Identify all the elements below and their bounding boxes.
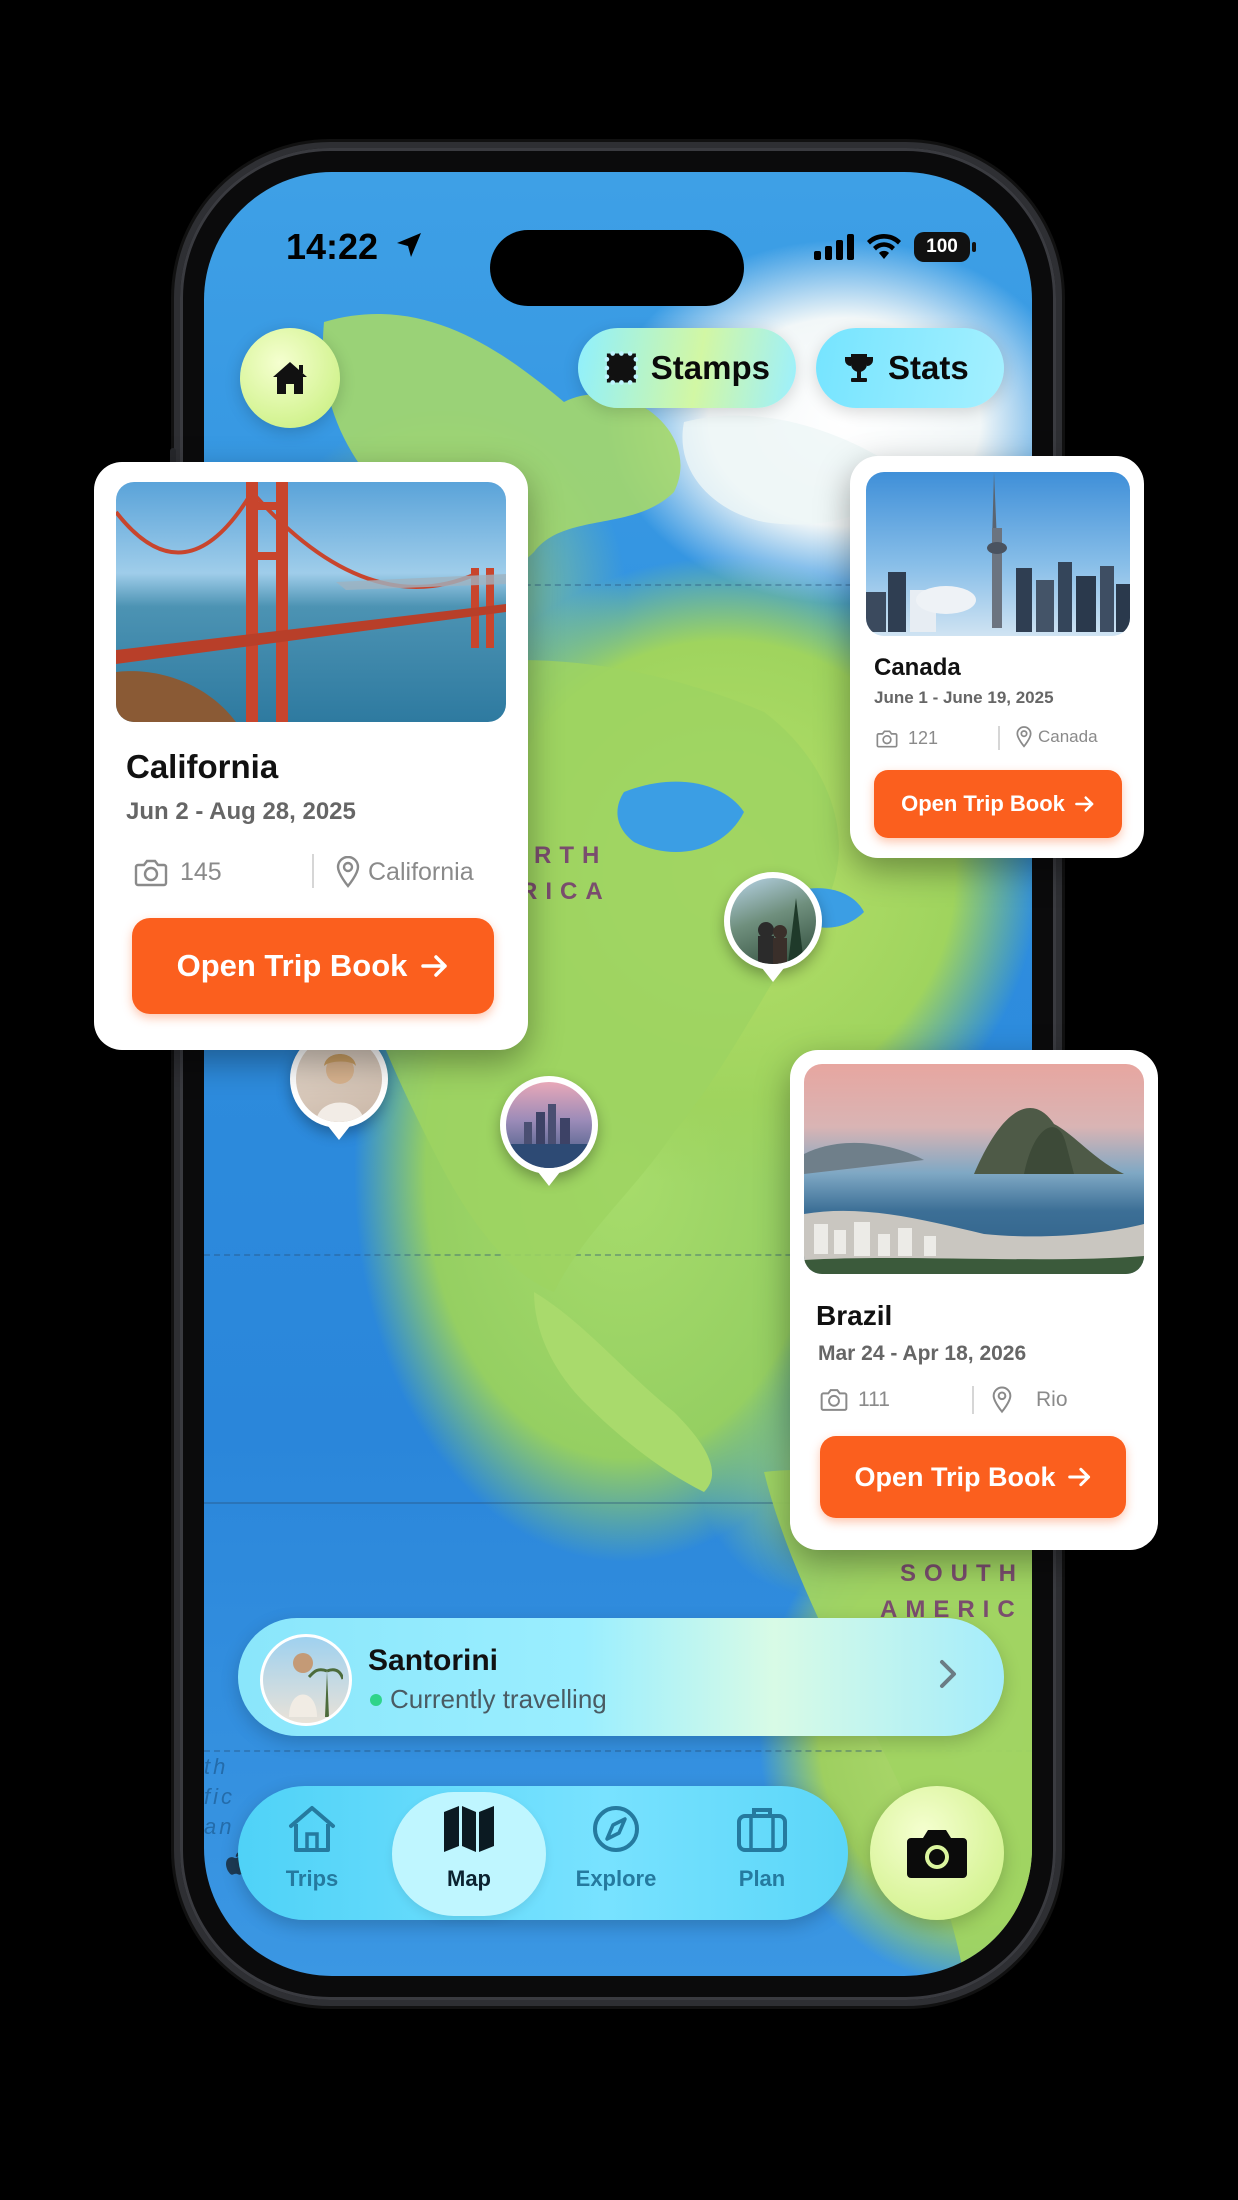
current-trip-avatar xyxy=(260,1634,352,1726)
camera-icon xyxy=(876,729,898,748)
map-pin-texas[interactable] xyxy=(500,1076,598,1174)
meta-divider xyxy=(312,854,314,888)
home-icon xyxy=(289,1806,335,1852)
trip-location: California xyxy=(336,856,474,888)
status-icons: 100 xyxy=(814,232,976,262)
photo-count: 145 xyxy=(134,858,222,887)
trip-photo-brazil xyxy=(804,1064,1144,1274)
current-trip-title: Santorini xyxy=(368,1644,499,1677)
active-status-dot xyxy=(370,1694,382,1706)
trip-title: Canada xyxy=(874,654,961,681)
tab-plan-label: Plan xyxy=(738,1866,786,1891)
open-trip-book-label: Open Trip Book xyxy=(901,791,1065,816)
briefcase-icon xyxy=(737,1808,787,1852)
trip-card-california[interactable]: California Jun 2 - Aug 28, 2025 145 Cali… xyxy=(94,462,528,1050)
rio-bay-photo xyxy=(804,1108,1144,1274)
location-pin-icon xyxy=(992,1386,1012,1414)
trip-title: Brazil xyxy=(816,1300,893,1331)
photo-count: 111 xyxy=(820,1388,890,1412)
camera-icon xyxy=(907,1830,967,1878)
trip-location: Canada xyxy=(1016,726,1098,748)
map-icon xyxy=(444,1806,494,1852)
current-trip-status: Currently travelling xyxy=(390,1684,607,1714)
trip-card-brazil[interactable]: Brazil Mar 24 - Apr 18, 2026 111 Rio Ope… xyxy=(790,1050,1158,1550)
location-pin-icon xyxy=(336,856,360,888)
pin-photo xyxy=(758,898,804,964)
open-trip-book-button[interactable]: Open Trip Book xyxy=(820,1436,1126,1518)
wifi-icon xyxy=(867,233,901,259)
trip-card-canada[interactable]: Canada June 1 - June 19, 2025 121 Canada… xyxy=(850,456,1144,858)
open-trip-book-label: Open Trip Book xyxy=(854,1461,1056,1492)
ocean-label: an xyxy=(204,1814,235,1839)
map-label-north-america: RICA xyxy=(520,878,611,905)
photo-count: 121 xyxy=(876,728,938,749)
trip-location: Rio xyxy=(992,1386,1068,1414)
home-icon xyxy=(273,362,307,394)
pin-tail xyxy=(328,1126,350,1140)
toronto-skyline-photo xyxy=(866,472,1130,632)
trophy-icon xyxy=(845,354,873,382)
stats-button[interactable]: Stats xyxy=(816,328,1004,408)
trip-location-value: Rio xyxy=(1036,1388,1068,1411)
photo-count-value: 145 xyxy=(180,858,222,886)
location-pin-icon xyxy=(1016,726,1032,748)
trip-dates: Jun 2 - Aug 28, 2025 xyxy=(126,798,356,825)
map-label-north-america: RTH xyxy=(534,842,608,869)
stamps-label: Stamps xyxy=(650,349,770,386)
battery-indicator: 100 xyxy=(914,232,976,262)
tab-trips-label: Trips xyxy=(285,1866,339,1891)
tab-trips[interactable]: Trips xyxy=(252,1804,372,1892)
cellular-signal-icon xyxy=(814,234,854,260)
open-trip-book-label: Open Trip Book xyxy=(176,948,408,983)
trip-photo-canada xyxy=(866,472,1130,636)
stamps-button[interactable]: Stamps xyxy=(578,328,796,408)
trip-dates: June 1 - June 19, 2025 xyxy=(874,688,1054,707)
arrow-right-icon xyxy=(1075,796,1094,812)
golden-gate-photo xyxy=(116,482,506,722)
photo-count-value: 111 xyxy=(858,1388,890,1411)
camera-icon xyxy=(820,1389,848,1411)
trip-dates: Mar 24 - Apr 18, 2026 xyxy=(818,1342,1027,1365)
location-arrow-icon xyxy=(397,233,421,257)
ocean-label: th xyxy=(204,1754,229,1779)
tab-map[interactable]: Map xyxy=(409,1804,529,1892)
photo-count-value: 121 xyxy=(908,728,939,748)
trip-title: California xyxy=(126,748,279,785)
avatar-photo xyxy=(289,1653,345,1717)
current-trip-banner[interactable]: Santorini Currently travelling xyxy=(238,1618,1004,1736)
stats-label: Stats xyxy=(888,349,969,386)
arrow-right-icon xyxy=(421,955,448,977)
map-pin-canada[interactable] xyxy=(724,872,822,970)
map-label-south-america: SOUTH xyxy=(900,1560,1024,1587)
pin-photo xyxy=(506,1104,592,1168)
meta-divider xyxy=(972,1386,974,1414)
pin-tail xyxy=(538,1172,560,1186)
status-time: 14:22 xyxy=(286,226,379,267)
tab-bar: Trips Map Explore Plan xyxy=(238,1786,848,1920)
stamp-icon xyxy=(604,351,639,385)
open-trip-book-button[interactable]: Open Trip Book xyxy=(874,770,1122,838)
meta-divider xyxy=(998,726,1000,750)
trip-location-value: Canada xyxy=(1038,727,1098,746)
home-button[interactable] xyxy=(240,328,340,428)
chevron-right-icon xyxy=(940,1660,956,1688)
trip-photo-california xyxy=(116,482,506,722)
tab-explore[interactable]: Explore xyxy=(556,1804,676,1892)
camera-icon xyxy=(134,859,168,886)
tab-plan[interactable]: Plan xyxy=(702,1804,822,1892)
camera-button[interactable] xyxy=(870,1786,1004,1920)
tab-map-label: Map xyxy=(447,1866,491,1891)
tab-explore-label: Explore xyxy=(575,1866,657,1891)
ocean-label: fic xyxy=(204,1784,235,1809)
open-trip-book-button[interactable]: Open Trip Book xyxy=(132,918,494,1014)
pin-tail xyxy=(762,968,784,982)
arrow-right-icon xyxy=(1067,1467,1090,1487)
compass-icon xyxy=(593,1806,639,1852)
trip-location-value: California xyxy=(368,857,474,886)
dynamic-island xyxy=(490,230,744,306)
